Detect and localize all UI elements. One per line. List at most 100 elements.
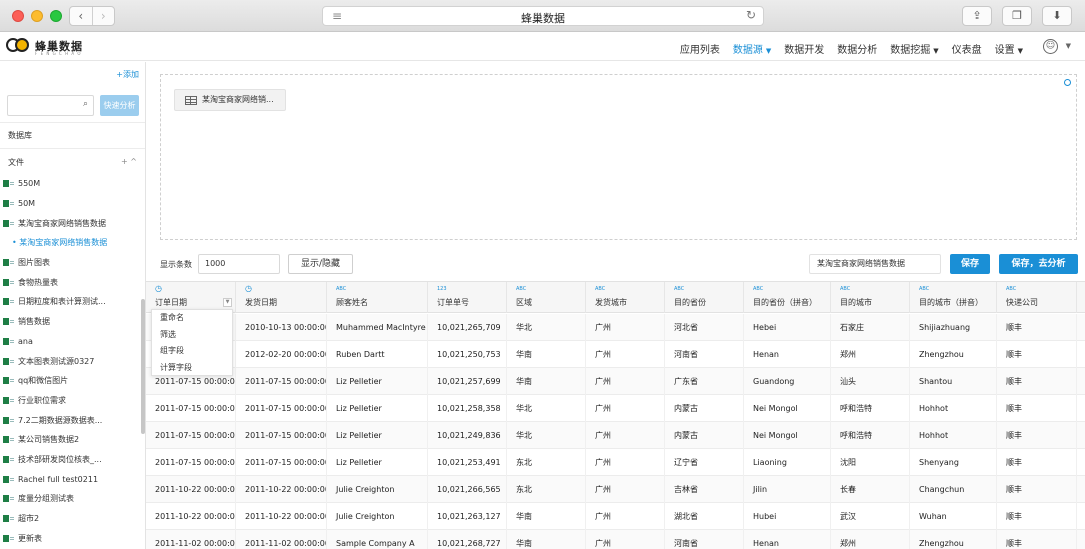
share-button[interactable]: ⇪ [962,6,992,26]
column-header-label: 订单日期 [155,298,187,307]
table-cell: 广州 [586,503,665,530]
join-canvas[interactable]: 某淘宝商家网络销... [160,74,1077,240]
table-chip-label: 某淘宝商家网络销... [202,95,274,104]
table-chip[interactable]: 某淘宝商家网络销... [174,89,286,111]
excel-file-icon [3,396,14,404]
file-item[interactable]: 某公司销售数据2 [0,430,140,450]
file-item[interactable]: 7.2二期数据源数据表... [0,410,140,430]
column-menu-chevron-icon[interactable]: ▼ [223,298,232,307]
file-item[interactable]: 图片图表 [0,253,140,273]
table-cell: Liaoning [744,449,831,476]
file-item[interactable]: 文本图表测试源0327 [0,351,140,371]
nav-item[interactable]: 数据分析 [837,41,877,56]
column-header[interactable]: 123 订单单号 [428,282,507,313]
column-header[interactable]: ABC 目的省份（拼音） [744,282,831,313]
file-item[interactable]: • 某淘宝商家网络销售数据 [0,233,140,253]
table-row: 2010-10-13 00:00:00 Muhammed MacIntyre 10,… [146,314,1085,341]
file-item-label: 某淘宝商家网络销售数据 [18,218,106,228]
file-item[interactable]: ana [0,332,140,352]
column-header[interactable]: ABC 快递公司 [997,282,1077,313]
table-cell: 顺丰 [997,314,1077,341]
file-item[interactable]: Rachel full test0211 [0,469,140,489]
search-input[interactable]: ⌕ [7,95,94,116]
table-cell: 顺丰 [997,422,1077,449]
table-cell: 10,021,250,753 [428,341,507,368]
zoom-window-button[interactable] [50,10,62,22]
file-item[interactable]: 食物热量表 [0,272,140,292]
user-avatar-icon[interactable]: ☺ [1043,39,1058,54]
file-item-label: 销售数据 [18,317,50,327]
divider [0,148,145,149]
file-item[interactable]: 某淘宝商家网络销售数据 [0,213,140,233]
address-bar[interactable]: ≡ 蜂巢数据 ↻ [322,6,764,26]
table-cell: 内蒙古 [665,395,744,422]
nav-item[interactable]: 数据开发 [784,41,824,56]
column-header[interactable]: ABC 区域 [507,282,586,313]
excel-file-icon [3,534,14,542]
nav-item[interactable]: 数据源 ▼ [733,41,771,56]
excel-file-icon [3,515,14,523]
canvas-corner-icon[interactable] [1064,79,1071,86]
context-menu-item[interactable]: 重命名 [152,310,232,327]
column-header-label: 目的省份（拼音） [753,298,817,307]
table-cell: Ruben Dartt [327,341,428,368]
column-header[interactable]: ABC 目的城市（拼音） [910,282,997,313]
file-item[interactable]: 日期粒度和表计算测试... [0,292,140,312]
files-section-controls[interactable]: + ^ [121,157,137,166]
table-cell: Liz Pelletier [327,449,428,476]
column-header[interactable]: ABC 目的城市 [831,282,910,313]
reload-icon[interactable]: ↻ [746,8,756,22]
history-nav: ‹ › [69,6,115,26]
table-cell: Zhengzhou [910,341,997,368]
table-cell: 内蒙古 [665,422,744,449]
file-item[interactable]: 度量分组测试表 [0,489,140,509]
table-cell: 2011-10-22 00:00:00 [236,503,327,530]
nav-item[interactable]: 数据挖掘 ▼ [890,41,938,56]
file-item[interactable]: 技术部研发岗位核表_... [0,450,140,470]
chevron-down-icon[interactable]: ▼ [1066,42,1071,50]
browser-toolbar: ‹ › ≡ 蜂巢数据 ↻ ⇪ ❐ ⬇ [0,0,1085,32]
context-menu-item[interactable]: 筛选 [152,327,232,344]
column-header[interactable]: ABC 目的省份 [665,282,744,313]
nav-item[interactable]: 设置 ▼ [995,41,1023,56]
table-cell: Changchun [910,476,997,503]
save-button[interactable]: 保存 [950,254,990,274]
sidebar-scrollbar[interactable] [141,299,145,434]
file-item[interactable]: 超市2 [0,509,140,529]
excel-file-icon [3,455,14,463]
forward-button[interactable]: › [91,7,115,25]
file-item[interactable]: 更新表 [0,528,140,548]
close-window-button[interactable] [12,10,24,22]
rows-count-input[interactable]: 1000 [198,254,280,274]
table-cell: 2011-07-15 00:00:00 [236,368,327,395]
table-cell: Hohhot [910,422,997,449]
minimize-window-button[interactable] [31,10,43,22]
file-item-label: 7.2二期数据源数据表... [18,415,103,425]
context-menu-item[interactable]: 组字段 [152,343,232,360]
downloads-button[interactable]: ⬇ [1042,6,1072,26]
nav-item[interactable]: 应用列表 [680,41,720,56]
save-and-analyze-button[interactable]: 保存，去分析 [999,254,1078,274]
column-header[interactable]: ◷ 发货日期 [236,282,327,313]
dataset-name-input[interactable]: 某淘宝商家网络销售数据 [809,254,941,274]
file-item[interactable]: 550M [0,174,140,194]
quick-analysis-button[interactable]: 快速分析 [100,95,139,116]
add-datasource-link[interactable]: +添加 [116,69,139,80]
file-item[interactable]: 销售数据 [0,312,140,332]
file-item[interactable]: qq和微信图片 [0,371,140,391]
nav-item[interactable]: 仪表盘 [952,41,982,56]
nav-item-label: 数据挖掘 [890,45,931,56]
table-cell: 10,021,258,358 [428,395,507,422]
table-cell: 武汉 [831,503,910,530]
database-section-label[interactable]: 数据库 [8,130,32,141]
file-item[interactable]: 行业职位需求 [0,391,140,411]
table-cell: Wuhan [910,503,997,530]
file-item[interactable]: 50M [0,194,140,214]
back-button[interactable]: ‹ [70,7,92,25]
context-menu-item[interactable]: 计算字段 [152,360,232,377]
show-hide-button[interactable]: 显示/隐藏 [288,254,353,274]
tabs-button[interactable]: ❐ [1002,6,1032,26]
search-icon[interactable]: ⌕ [83,99,88,109]
column-header[interactable]: ABC 顾客姓名 [327,282,428,313]
column-header[interactable]: ABC 发货城市 [586,282,665,313]
